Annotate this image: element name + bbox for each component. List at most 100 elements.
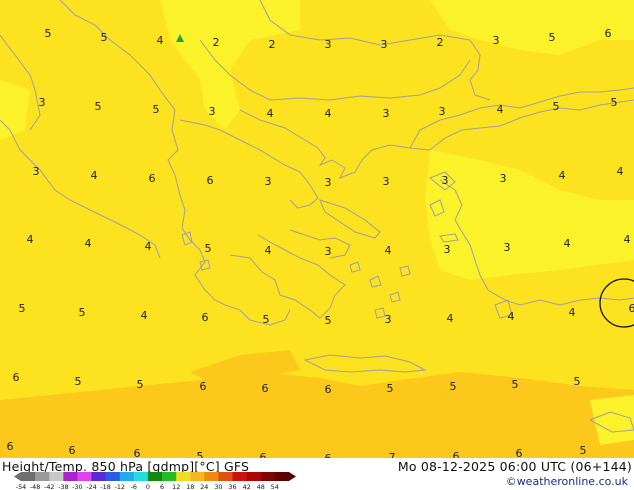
scale-tick-label: -38 bbox=[58, 483, 68, 490]
temperature-value-label: 4 bbox=[569, 306, 576, 319]
temperature-value-label: 4 bbox=[559, 169, 566, 182]
scale-tick-label: -12 bbox=[115, 483, 125, 490]
temperature-value-label: 5 bbox=[549, 31, 556, 44]
temperature-value-label: 2 bbox=[437, 36, 444, 49]
scale-color-band bbox=[162, 472, 177, 481]
map-footer: Height/Temp. 850 hPa [gdmp][°C] GFS Mo 0… bbox=[0, 458, 634, 490]
temperature-value-label: 5 bbox=[387, 382, 394, 395]
temperature-value-label: 4 bbox=[617, 165, 624, 178]
temperature-value-label: 6 bbox=[13, 371, 20, 384]
temperature-value-label: 3 bbox=[325, 245, 332, 258]
scale-color-band bbox=[246, 472, 262, 481]
scale-tick-label: 0 bbox=[146, 483, 150, 490]
scale-tick-label: -18 bbox=[100, 483, 110, 490]
temperature-value-label: 5 bbox=[45, 27, 52, 40]
temperature-value-label: 3 bbox=[504, 241, 511, 254]
temperature-value-label: 3 bbox=[385, 313, 392, 326]
weather-map: 5 5 4 2 2 3 3 2 3 5 6 3 5 5 3 4 4 3 3 4 5 5 3 4 6 6 3 3 3 3 3 4 4 4 4 4 5 4 3 4… bbox=[0, 0, 634, 458]
temperature-value-label: 6 bbox=[260, 451, 267, 458]
scale-tick-label: 42 bbox=[243, 483, 251, 490]
scale-tick-label: -42 bbox=[44, 483, 54, 490]
temperature-value-label: 3 bbox=[39, 96, 46, 109]
temperature-value-label: 6 bbox=[516, 447, 523, 458]
temperature-value-label: 5 bbox=[79, 306, 86, 319]
temperature-value-label: 3 bbox=[381, 38, 388, 51]
temperature-value-label: 6 bbox=[7, 440, 14, 453]
scale-color-band bbox=[260, 472, 276, 481]
temperature-value-label: 6 bbox=[453, 450, 460, 458]
scale-tick-label: 54 bbox=[271, 483, 279, 490]
temperature-value-label: 5 bbox=[553, 100, 560, 113]
temperature-value-label: 5 bbox=[137, 378, 144, 391]
temperature-value-label: 6 bbox=[69, 444, 76, 457]
temperature-value-label: 6 bbox=[149, 172, 156, 185]
temperature-value-label: 5 bbox=[512, 378, 519, 391]
color-scale-legend: -54 -48 -42 -38 -30 -24 -18 -12 -6 0 6 12 18 24 30 36 42… bbox=[14, 472, 296, 490]
scale-color-band bbox=[176, 472, 191, 481]
scale-color-band bbox=[119, 472, 135, 481]
temperature-value-label: 5 bbox=[263, 313, 270, 326]
temperature-value-label: 3 bbox=[383, 175, 390, 188]
temperature-value-label: 4 bbox=[145, 240, 152, 253]
temperature-value-label: 3 bbox=[442, 174, 449, 187]
temperature-value-label: 3 bbox=[383, 107, 390, 120]
temperature-value-label: 4 bbox=[267, 107, 274, 120]
temperature-value-label: 3 bbox=[265, 175, 272, 188]
temperature-value-label: 3 bbox=[493, 34, 500, 47]
temperature-value-label: 4 bbox=[564, 237, 571, 250]
temperature-value-label: 6 bbox=[629, 302, 634, 315]
scale-tick-label: 6 bbox=[160, 483, 164, 490]
scale-right-arrow bbox=[288, 472, 296, 481]
scale-tick-label: 24 bbox=[200, 483, 208, 490]
map-datetime: Mo 08-12-2025 06:00 UTC (06+144) bbox=[397, 459, 632, 474]
scale-color-band bbox=[274, 472, 290, 481]
temperature-value-label: 3 bbox=[444, 243, 451, 256]
temperature-value-label: 6 bbox=[262, 382, 269, 395]
scale-left-arrow bbox=[14, 472, 21, 481]
scale-color-band bbox=[232, 472, 248, 481]
temperature-value-label: 6 bbox=[605, 27, 612, 40]
scale-tick-label: -48 bbox=[30, 483, 40, 490]
scale-color-band bbox=[204, 472, 219, 481]
scale-tick-label: -54 bbox=[16, 483, 26, 490]
scale-tick-label: 30 bbox=[214, 483, 222, 490]
temperature-value-label: 5 bbox=[75, 375, 82, 388]
temperature-value-label: 4 bbox=[385, 244, 392, 257]
scale-color-band bbox=[35, 472, 50, 481]
temperature-value-label: 2 bbox=[269, 38, 276, 51]
temperature-value-label: 4 bbox=[497, 103, 504, 116]
scale-tick-label: -24 bbox=[86, 483, 96, 490]
temperature-value-label: 5 bbox=[580, 444, 587, 457]
temperature-value-label: 6 bbox=[325, 383, 332, 396]
temperature-value-label: 5 bbox=[574, 375, 581, 388]
temperature-value-label: 7 bbox=[389, 451, 396, 458]
temperature-value-label: 5 bbox=[205, 242, 212, 255]
temperature-value-label: 4 bbox=[508, 310, 515, 323]
scale-color-band bbox=[49, 472, 64, 481]
credit-link[interactable]: ©weatheronline.co.uk bbox=[506, 475, 628, 488]
scale-tick-label: -6 bbox=[131, 483, 137, 490]
scale-color-band bbox=[21, 472, 36, 481]
temperature-value-label: 3 bbox=[33, 165, 40, 178]
temperature-value-label: 3 bbox=[439, 105, 446, 118]
temperature-value-label: 6 bbox=[207, 174, 214, 187]
scale-tick-label: 48 bbox=[257, 483, 265, 490]
temperature-value-label: 4 bbox=[141, 309, 148, 322]
scale-color-band bbox=[133, 472, 149, 481]
temperature-value-label: 4 bbox=[157, 34, 164, 47]
temperature-value-label: 5 bbox=[325, 314, 332, 327]
temperature-value-label: 6 bbox=[200, 380, 207, 393]
temperature-value-label: 4 bbox=[91, 169, 98, 182]
temperature-value-label: 6 bbox=[202, 311, 209, 324]
temperature-value-label: 4 bbox=[27, 233, 34, 246]
temperature-value-label: 5 bbox=[101, 31, 108, 44]
temperature-value-label: 4 bbox=[325, 107, 332, 120]
scale-color-band bbox=[91, 472, 107, 481]
temperature-value-label: 5 bbox=[611, 96, 618, 109]
scale-color-band bbox=[147, 472, 163, 481]
temperature-value-label: 5 bbox=[197, 450, 204, 458]
map-canvas: 5 5 4 2 2 3 3 2 3 5 6 3 5 5 3 4 4 3 3 4 5 5 3 4 6 6 3 3 3 3 3 4 4 4 4 4 5 4 3 4… bbox=[0, 0, 634, 458]
temperature-value-label: 3 bbox=[325, 38, 332, 51]
temperature-value-label: 5 bbox=[153, 103, 160, 116]
scale-tick-label: 12 bbox=[172, 483, 180, 490]
